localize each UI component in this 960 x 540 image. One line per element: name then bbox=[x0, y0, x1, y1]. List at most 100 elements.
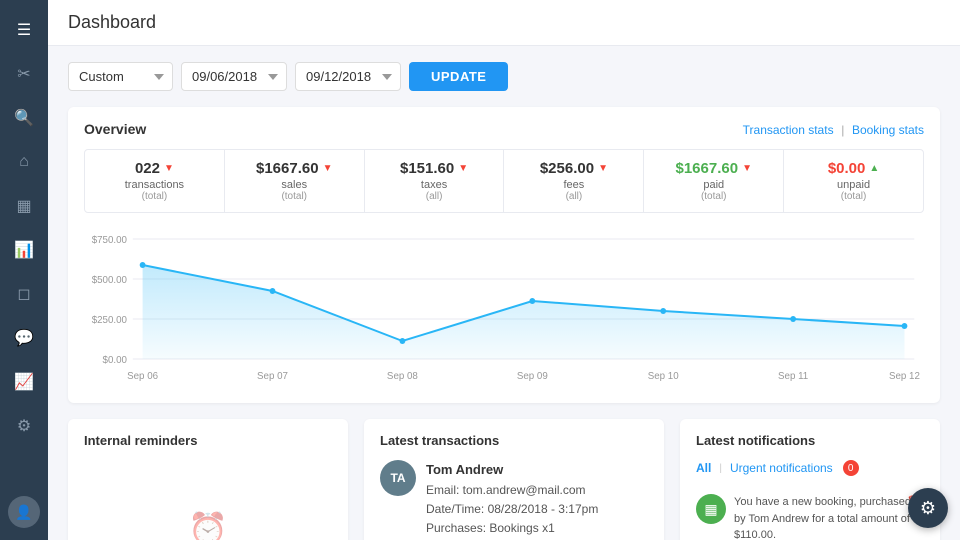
chart-point-1 bbox=[270, 288, 276, 294]
stat-unpaid-arrow: ▲ bbox=[869, 163, 879, 174]
svg-text:Sep 06: Sep 06 bbox=[127, 371, 158, 382]
stat-taxes-value: $151.60 bbox=[400, 160, 454, 177]
stat-unpaid-label: unpaid bbox=[796, 179, 911, 191]
transaction-datetime: Date/Time: 08/28/2018 - 3:17pm bbox=[426, 502, 598, 516]
stat-sales-label: sales bbox=[237, 179, 352, 191]
sidebar-menu-icon[interactable]: ☰ bbox=[6, 12, 42, 48]
svg-text:Sep 08: Sep 08 bbox=[387, 371, 418, 382]
svg-text:$0.00: $0.00 bbox=[103, 355, 128, 366]
stat-unpaid: $0.00 ▲ unpaid (total) bbox=[784, 150, 923, 212]
stat-fees-sublabel: (all) bbox=[516, 191, 631, 202]
chart-point-5 bbox=[790, 316, 796, 322]
urgent-count-badge: 0 bbox=[843, 460, 859, 476]
chart-svg: $750.00 $500.00 $250.00 $0.00 bbox=[84, 229, 924, 389]
filters-bar: Custom Today This Week This Month 09/06/… bbox=[68, 62, 940, 91]
stat-fees-arrow: ▼ bbox=[598, 163, 608, 174]
sidebar-home-icon[interactable]: ⌂ bbox=[6, 144, 42, 180]
svg-text:Sep 11: Sep 11 bbox=[778, 371, 809, 382]
stat-sales-value: $1667.60 bbox=[256, 160, 319, 177]
latest-transactions-panel: Latest transactions TA Tom Andrew Email:… bbox=[364, 419, 664, 540]
notif-tabs: All | Urgent notifications 0 bbox=[696, 460, 924, 476]
svg-text:$750.00: $750.00 bbox=[92, 235, 128, 246]
stat-taxes-label: taxes bbox=[377, 179, 492, 191]
transaction-stats-link[interactable]: Transaction stats bbox=[743, 123, 834, 137]
stat-unpaid-sublabel: (total) bbox=[796, 191, 911, 202]
stat-fees-label: fees bbox=[516, 179, 631, 191]
stat-fees: $256.00 ▼ fees (all) bbox=[504, 150, 644, 212]
date-to-select[interactable]: 09/12/2018 bbox=[295, 62, 401, 91]
transaction-email: Email: tom.andrew@mail.com bbox=[426, 483, 586, 497]
svg-text:Sep 07: Sep 07 bbox=[257, 371, 288, 382]
tab-urgent[interactable]: Urgent notifications bbox=[730, 461, 833, 475]
page-title: Dashboard bbox=[68, 12, 940, 33]
stat-transactions-value: 022 bbox=[135, 160, 160, 177]
gear-button[interactable]: ⚙ bbox=[908, 488, 948, 528]
stat-paid-arrow: ▼ bbox=[742, 163, 752, 174]
stat-taxes-arrow: ▼ bbox=[458, 163, 468, 174]
transaction-purchases: Purchases: Bookings x1 bbox=[426, 521, 555, 535]
stat-paid: $1667.60 ▼ paid (total) bbox=[644, 150, 784, 212]
stat-sales-arrow: ▼ bbox=[323, 163, 333, 174]
stat-taxes-sublabel: (all) bbox=[377, 191, 492, 202]
sidebar-settings-icon[interactable]: ⚙ bbox=[6, 408, 42, 444]
main-body: Custom Today This Week This Month 09/06/… bbox=[48, 46, 960, 540]
sidebar-trending-icon[interactable]: 📈 bbox=[6, 364, 42, 400]
transaction-name: Tom Andrew bbox=[426, 462, 503, 477]
date-type-select[interactable]: Custom Today This Week This Month bbox=[68, 62, 173, 91]
chart-point-6 bbox=[902, 323, 908, 329]
svg-text:$500.00: $500.00 bbox=[92, 275, 128, 286]
overview-links: Transaction stats | Booking stats bbox=[743, 122, 924, 137]
sidebar-calendar-icon[interactable]: ▦ bbox=[6, 188, 42, 224]
svg-text:Sep 09: Sep 09 bbox=[517, 371, 548, 382]
chart-point-0 bbox=[140, 262, 146, 268]
overview-title: Overview bbox=[84, 121, 146, 137]
stat-unpaid-value: $0.00 bbox=[828, 160, 866, 177]
stat-taxes: $151.60 ▼ taxes (all) bbox=[365, 150, 505, 212]
reminders-title: Internal reminders bbox=[84, 433, 332, 448]
sidebar-search-icon[interactable]: 🔍 bbox=[6, 100, 42, 136]
notifications-title: Latest notifications bbox=[696, 433, 924, 448]
date-from-select[interactable]: 09/06/2018 bbox=[181, 62, 287, 91]
transaction-item: TA Tom Andrew Email: tom.andrew@mail.com… bbox=[380, 460, 648, 540]
stat-fees-value: $256.00 bbox=[540, 160, 594, 177]
chart-point-4 bbox=[660, 308, 666, 314]
stat-transactions-sublabel: (total) bbox=[97, 191, 212, 202]
alarm-icon: ⏰ bbox=[188, 510, 228, 540]
update-button[interactable]: UPDATE bbox=[409, 62, 508, 91]
booking-stats-link[interactable]: Booking stats bbox=[852, 123, 924, 137]
svg-text:$250.00: $250.00 bbox=[92, 315, 128, 326]
overview-chart: $750.00 $500.00 $250.00 $0.00 bbox=[84, 229, 924, 389]
stat-transactions: 022 ▼ transactions (total) bbox=[85, 150, 225, 212]
sidebar-stats-icon[interactable]: 📊 bbox=[6, 232, 42, 268]
chart-point-2 bbox=[399, 338, 405, 344]
overview-card: Overview Transaction stats | Booking sta… bbox=[68, 107, 940, 403]
notif-text-0: You have a new booking, purchased by Tom… bbox=[734, 496, 911, 540]
stat-sales: $1667.60 ▼ sales (total) bbox=[225, 150, 365, 212]
internal-reminders-panel: Internal reminders ⏰ You have no interna… bbox=[68, 419, 348, 540]
main-content: Dashboard Custom Today This Week This Mo… bbox=[48, 0, 960, 540]
notif-item-0: ▦ You have a new booking, purchased by T… bbox=[696, 486, 924, 540]
bottom-row: Internal reminders ⏰ You have no interna… bbox=[68, 419, 940, 540]
stat-paid-label: paid bbox=[656, 179, 771, 191]
stat-transactions-label: transactions bbox=[97, 179, 212, 191]
user-avatar[interactable]: 👤 bbox=[8, 496, 40, 528]
svg-text:Sep 12: Sep 12 bbox=[889, 371, 920, 382]
sidebar: ☰ ✂ 🔍 ⌂ ▦ 📊 ◻ 💬 📈 ⚙ 👤 bbox=[0, 0, 48, 540]
sidebar-box-icon[interactable]: ◻ bbox=[6, 276, 42, 312]
transactions-title: Latest transactions bbox=[380, 433, 648, 448]
sidebar-chat-icon[interactable]: 💬 bbox=[6, 320, 42, 356]
stat-paid-value: $1667.60 bbox=[675, 160, 738, 177]
reminders-empty: ⏰ You have no internal reminders. bbox=[84, 460, 332, 540]
stat-transactions-arrow: ▼ bbox=[164, 163, 174, 174]
stat-paid-sublabel: (total) bbox=[656, 191, 771, 202]
stat-sales-sublabel: (total) bbox=[237, 191, 352, 202]
tab-all[interactable]: All bbox=[696, 461, 711, 475]
notif-booking-icon-0: ▦ bbox=[696, 494, 726, 524]
transaction-avatar: TA bbox=[380, 460, 416, 496]
svg-text:Sep 10: Sep 10 bbox=[648, 371, 679, 382]
chart-point-3 bbox=[529, 298, 535, 304]
overview-header: Overview Transaction stats | Booking sta… bbox=[84, 121, 924, 137]
sidebar-tools-icon[interactable]: ✂ bbox=[6, 56, 42, 92]
latest-notifications-panel: Latest notifications All | Urgent notifi… bbox=[680, 419, 940, 540]
transaction-details: Tom Andrew Email: tom.andrew@mail.com Da… bbox=[426, 460, 648, 540]
